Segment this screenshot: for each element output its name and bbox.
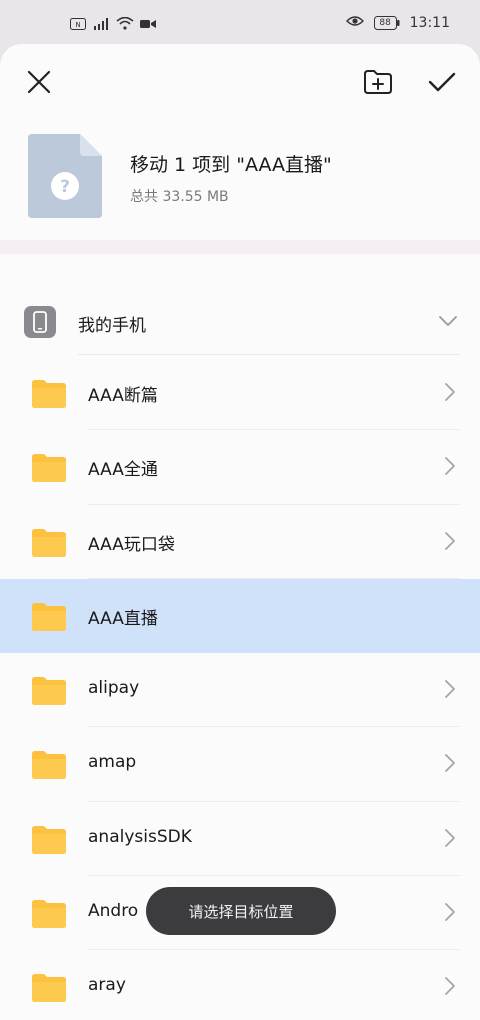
folder-icon	[32, 528, 66, 561]
move-size: 总共 33.55 MB	[130, 189, 229, 205]
svg-text:N: N	[75, 21, 80, 29]
chevron-right-icon	[444, 753, 456, 777]
folder-row-6[interactable]: analysisSDK	[0, 802, 480, 877]
section-divider	[0, 240, 480, 254]
status-bar: N 88 13:11	[0, 0, 480, 44]
folder-icon	[32, 602, 66, 635]
chevron-right-icon	[444, 382, 456, 406]
folder-name: Andro	[88, 901, 139, 922]
check-icon	[428, 72, 456, 92]
location-divider	[78, 354, 460, 355]
move-summary: ? 移动 1 项到 "AAA直播" 总共 33.55 MB	[0, 128, 480, 238]
chevron-right-icon	[444, 679, 456, 703]
chevron-right-icon	[444, 828, 456, 852]
folder-name: amap	[88, 752, 137, 773]
chevron-right-icon	[444, 902, 456, 926]
eye-icon	[345, 15, 364, 31]
new-folder-button[interactable]	[362, 66, 394, 98]
folder-name: aray	[88, 975, 126, 996]
folder-row-2[interactable]: AAA玩口袋	[0, 505, 480, 579]
new-folder-icon	[364, 70, 392, 94]
chevron-right-icon	[444, 531, 456, 555]
location-label: 我的手机	[78, 316, 146, 336]
folder-row-0[interactable]: AAA断篇	[0, 356, 480, 431]
folder-icon	[32, 751, 66, 783]
folder-name: AAA断篇	[88, 386, 158, 406]
chevron-right-icon	[444, 976, 456, 1000]
folder-icon	[32, 454, 66, 486]
battery-level: 88	[379, 18, 391, 28]
nfc-icon: N	[70, 15, 86, 34]
video-icon	[140, 15, 156, 34]
location-my-phone[interactable]: 我的手机	[0, 298, 480, 348]
dialog-toolbar	[0, 44, 480, 116]
folder-name: analysisSDK	[88, 826, 192, 847]
folder-icon	[32, 974, 66, 1006]
signal-icon	[92, 15, 110, 34]
wifi-icon	[116, 15, 134, 34]
confirm-button[interactable]	[426, 66, 458, 98]
close-icon	[27, 70, 51, 94]
unknown-file-icon: ?	[28, 134, 102, 218]
folder-icon	[32, 825, 66, 858]
phone-icon	[24, 306, 56, 338]
close-button[interactable]	[23, 66, 55, 98]
folder-name: AAA玩口袋	[88, 534, 175, 555]
svg-text:?: ?	[60, 177, 70, 197]
move-dialog-sheet: ? 移动 1 项到 "AAA直播" 总共 33.55 MB 我的手机 AAA断篇…	[0, 44, 480, 1020]
toast-message: 请选择目标位置	[146, 887, 336, 935]
clock: 13:11	[409, 15, 450, 31]
folder-icon	[32, 380, 66, 412]
folder-icon	[32, 677, 66, 709]
folder-row-4[interactable]: alipay	[0, 653, 480, 728]
folder-name: AAA全通	[88, 460, 158, 481]
chevron-down-icon[interactable]	[438, 312, 458, 331]
status-left-icons: N	[70, 15, 156, 34]
status-right-icons: 88 13:11	[345, 15, 450, 31]
folder-name: alipay	[88, 678, 140, 699]
folder-row-8[interactable]: aray	[0, 950, 480, 1020]
battery-icon: 88	[373, 16, 400, 30]
folder-icon	[32, 900, 66, 932]
folder-row-5[interactable]: amap	[0, 727, 480, 802]
move-title: 移动 1 项到 "AAA直播"	[130, 154, 332, 176]
folder-row-3[interactable]: AAA直播	[0, 578, 480, 654]
chevron-right-icon	[444, 456, 456, 480]
folder-row-1[interactable]: AAA全通	[0, 430, 480, 505]
folder-name: AAA直播	[88, 608, 158, 629]
